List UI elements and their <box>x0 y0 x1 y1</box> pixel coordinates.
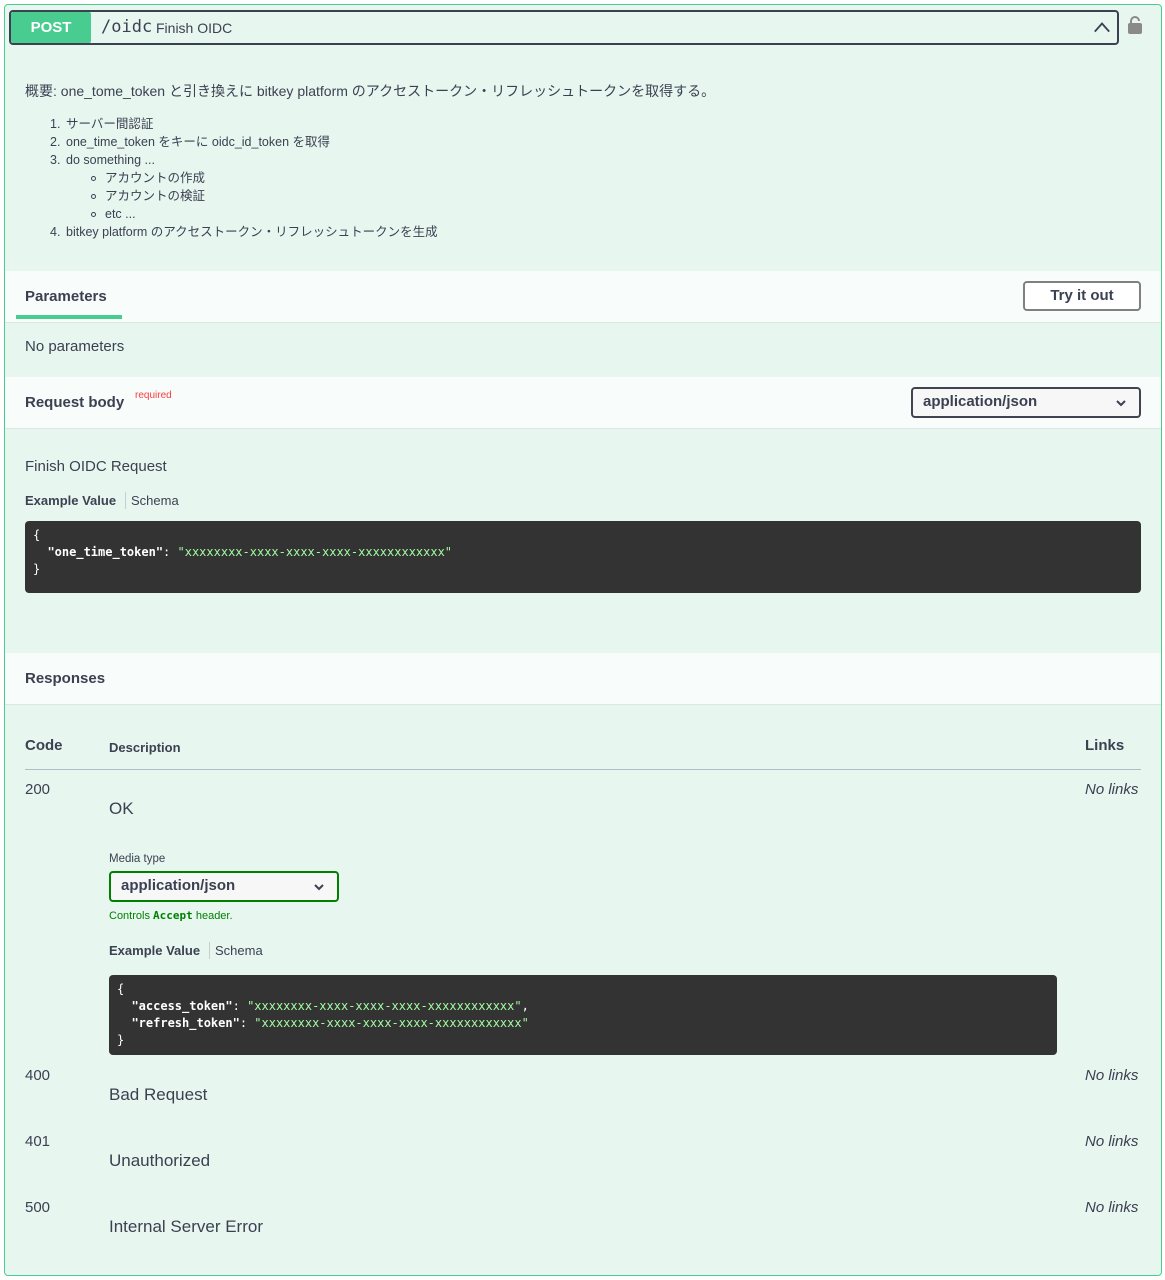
response-media-type-select[interactable]: application/json <box>109 871 339 902</box>
response-code: 401 <box>25 1133 51 1150</box>
response-description: Bad Request <box>109 1085 208 1104</box>
chevron-down-icon <box>1116 400 1126 407</box>
operation-summary-description: Finish OIDC <box>156 20 233 36</box>
tab-separator <box>209 942 210 959</box>
lock-icon[interactable] <box>1127 15 1143 35</box>
select-value: application/json <box>121 877 236 894</box>
tab-separator <box>125 492 126 509</box>
tab-parameters[interactable]: Parameters <box>25 288 107 305</box>
no-parameters-text: No parameters <box>25 338 125 355</box>
sub-list-item: アカウントの作成 <box>25 169 438 187</box>
list-item: 3. do something ... <box>50 153 155 167</box>
list-item: 2. one_time_token をキーに oidc_id_token を取得 <box>50 135 331 149</box>
list-item: 4. bitkey platform のアクセストークン・リフレッシュトークンを生… <box>50 225 438 239</box>
response-links: No links <box>1085 1067 1139 1084</box>
table-divider <box>25 769 1141 770</box>
schema-tab[interactable]: Schema <box>215 943 263 958</box>
response-description: Internal Server Error <box>109 1217 263 1236</box>
schema-tab[interactable]: Schema <box>131 493 179 508</box>
request-example-code: { "one_time_token": "xxxxxxxx-xxxx-xxxx-… <box>25 521 1141 593</box>
tab-active-indicator <box>16 315 122 319</box>
column-links: Links <box>1085 737 1125 754</box>
required-badge: required <box>135 390 172 401</box>
responses-header: Responses <box>5 653 1161 705</box>
example-value-tab[interactable]: Example Value <box>25 493 116 508</box>
description-list: 1. サーバー間認証 2. one_time_token をキーに oidc_id_… <box>25 115 438 241</box>
request-body-header: Request body required application/json <box>5 377 1161 429</box>
select-value: application/json <box>923 393 1038 410</box>
response-links: No links <box>1085 781 1139 798</box>
method-badge: POST <box>11 12 91 43</box>
operation-block: POST /oidc Finish OIDC 概要: one_tome_toke… <box>4 4 1162 1276</box>
response-description: Unauthorized <box>109 1151 211 1170</box>
operation-path: /oidc <box>101 17 153 37</box>
response-code: 200 <box>25 781 51 798</box>
response-code: 400 <box>25 1067 51 1084</box>
sub-list-item: アカウントの検証 <box>25 187 438 205</box>
list-item: 1. サーバー間認証 <box>50 117 154 131</box>
request-body-title: Request body <box>25 394 125 411</box>
chevron-down-icon <box>314 884 324 891</box>
responses-title: Responses <box>25 670 106 687</box>
response-links: No links <box>1085 1133 1139 1150</box>
response-description: OK <box>109 799 134 818</box>
example-value-tab[interactable]: Example Value <box>109 943 200 958</box>
operation-summary[interactable]: POST /oidc Finish OIDC <box>9 10 1119 45</box>
chevron-up-icon[interactable] <box>1093 19 1111 37</box>
sub-list-item: etc ... <box>25 205 438 223</box>
column-code: Code <box>25 737 63 754</box>
media-type-label: Media type <box>109 853 166 865</box>
operation-description: 概要: one_tome_token と引き換えに bitkey platfor… <box>25 83 716 99</box>
try-it-out-button[interactable]: Try it out <box>1023 281 1141 311</box>
response-code: 500 <box>25 1199 51 1216</box>
column-description: Description <box>109 740 181 755</box>
response-example-code: { "access_token": "xxxxxxxx-xxxx-xxxx-xx… <box>109 975 1057 1055</box>
request-body-description: Finish OIDC Request <box>25 458 167 475</box>
request-content-type-select[interactable]: application/json <box>911 387 1141 418</box>
parameters-header: Parameters Try it out <box>5 271 1161 323</box>
response-links: No links <box>1085 1199 1139 1216</box>
controls-accept-note: Controls Accept header. <box>109 909 233 922</box>
